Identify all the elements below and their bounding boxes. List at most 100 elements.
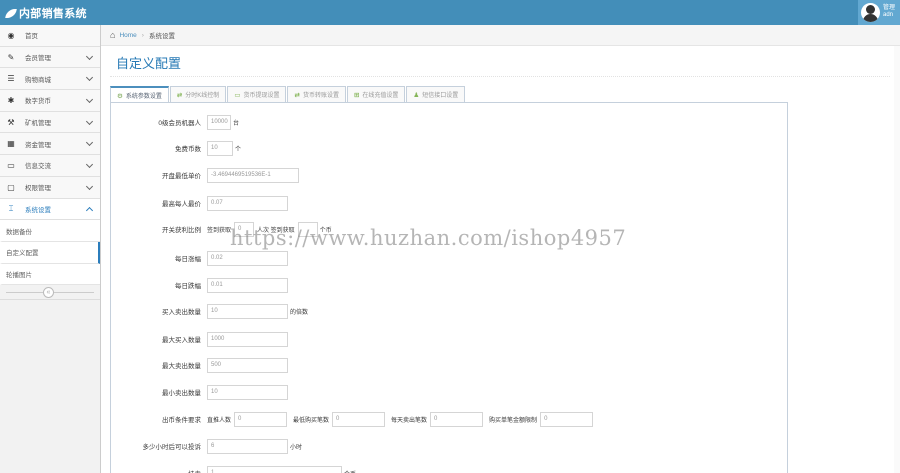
daily-rise-input[interactable]: 0.02 [207, 250, 288, 266]
tab-kline-control[interactable]: ⇄ 分时K线控制 [169, 86, 227, 102]
min-purchases-input[interactable]: 0 [332, 411, 386, 427]
dashboard-icon: ◉ [7, 30, 15, 40]
breadcrumb-current: 系统设置 [148, 33, 175, 40]
tab-label: 货币提现设置 [243, 93, 280, 99]
exchange-icon: ⇄ [294, 91, 300, 99]
daily-fall-input[interactable]: 0.01 [207, 277, 288, 293]
title-divider [110, 76, 890, 77]
breadcrumb-home-link[interactable]: Home [119, 32, 136, 39]
field-label: 最高每人最价 [162, 201, 201, 208]
top-navbar: 内部销售系统 管理 adn [0, 0, 900, 25]
tab-recharge-settings[interactable]: ⊞ 在线充值设置 [346, 86, 406, 102]
field-label: 开关获利比例 [162, 227, 201, 234]
app-brand[interactable]: 内部销售系统 [5, 5, 87, 21]
tab-system-params[interactable]: ⚙ 系统参数设置 [110, 86, 169, 103]
desktop-icon: ▭ [7, 160, 15, 170]
cogs-icon: ⚙ [117, 92, 123, 100]
leaf-icon [5, 8, 17, 18]
collapse-sidebar-icon[interactable]: « [43, 287, 54, 299]
max-buy-input[interactable]: 1000 [207, 331, 288, 347]
robot-count-input[interactable]: 10000 [207, 114, 231, 130]
daily-sells-input[interactable]: 0 [430, 411, 484, 427]
sidebar-item-system-settings[interactable]: ⌶ 系统设置 [0, 198, 100, 221]
avatar-icon [861, 3, 880, 22]
form-row: 最大买入数量 1000 [111, 331, 288, 347]
scrollbar[interactable] [894, 46, 900, 473]
form-row: 多少小时后可以投诉 6 小时 [111, 438, 302, 454]
tab-sms-settings[interactable]: ♟ 短信接口设置 [406, 86, 466, 102]
field-label: 多少小时后可以投诉 [142, 444, 202, 451]
tab-transfer-settings[interactable]: ⇄ 货币转账设置 [287, 86, 346, 102]
app-title: 内部销售系统 [19, 8, 87, 20]
max-price-input[interactable]: 0.07 [207, 195, 288, 211]
field-label: 每日涨幅 [175, 256, 201, 263]
tab-withdraw-settings[interactable]: ▭ 货币提现设置 [227, 86, 287, 102]
chevron-down-icon [85, 117, 94, 125]
sidebar-item-label: 资金管理 [25, 141, 51, 149]
field-inline-label: 每天卖出笔数 [391, 417, 428, 424]
sidebar-item-label: 矿机管理 [25, 120, 51, 128]
free-coins-input[interactable]: 10 [207, 140, 233, 156]
field-inline-label: 签到获取 [207, 227, 232, 234]
calendar-icon: ▦ [7, 139, 15, 149]
sidebar-subitem-label: 自定义配置 [6, 250, 39, 258]
field-label: 出币条件要求 [162, 417, 201, 424]
sidebar-item-label: 首页 [25, 33, 38, 41]
chevron-down-icon [85, 74, 94, 82]
chevron-up-icon [85, 206, 94, 214]
field-suffix: 台 [233, 120, 240, 127]
sidebar-item-funds[interactable]: ▦ 资金管理 [0, 133, 100, 156]
form-row: 最大卖出数量 500 [111, 357, 288, 373]
listing-coins-input[interactable]: 1 [207, 465, 342, 473]
sidebar-item-mall[interactable]: ☰ 购物商城 [0, 68, 100, 91]
field-suffix: 的倍数 [290, 309, 309, 316]
max-sell-input[interactable]: 500 [207, 357, 288, 373]
opening-price-input[interactable]: -3.4694469519536E-1 [207, 167, 299, 183]
direct-referrals-input[interactable]: 0 [234, 411, 288, 427]
sidebar-item-miners[interactable]: ⚒ 矿机管理 [0, 111, 100, 134]
tab-label: 在线充值设置 [362, 93, 399, 99]
field-label: 最小卖出数量 [162, 390, 201, 397]
min-sell-input[interactable]: 10 [207, 384, 288, 400]
complaint-hours-input[interactable]: 6 [207, 438, 288, 454]
field-inline-label: 直推人数 [207, 417, 232, 424]
sidebar-item-home[interactable]: ◉ 首页 [0, 25, 100, 47]
field-label: 开盘最低单价 [162, 173, 201, 180]
sidebar-item-label: 系统设置 [25, 206, 51, 214]
chevron-down-icon [85, 96, 94, 104]
sidebar-subitem-carousel[interactable]: 轮播图片 [0, 263, 100, 286]
field-label: 免费币数 [175, 146, 201, 153]
form-row: 0级会员机器人 10000 台 [111, 114, 239, 130]
field-label: 最大卖出数量 [162, 363, 201, 370]
form-row: 每日跌幅 0.01 [111, 277, 288, 293]
field-inline-label: 购买单笔金额限制 [489, 417, 538, 424]
sidebar-item-permissions[interactable]: ▢ 权限管理 [0, 176, 100, 199]
sidebar-subitem-label: 数据备份 [6, 228, 32, 236]
field-label: 买入卖出数量 [162, 309, 201, 316]
tab-label: 货币转账设置 [302, 93, 339, 99]
user-greeting: 管理 [883, 5, 896, 11]
form-row: 开盘最低单价 -3.4694469519536E-1 [111, 167, 299, 183]
sidebar-subitem-custom-config[interactable]: 自定义配置 [0, 241, 100, 264]
chevron-down-icon [85, 52, 94, 60]
sidebar-item-label: 购物商城 [25, 76, 51, 84]
sidebar: ◉ 首页 ✎ 会员管理 ☰ 购物商城 ✱ 数字货币 ⚒ 矿机管理 ▦ 资金管理 … [0, 25, 101, 473]
form-row: 免费币数 10 个 [111, 140, 241, 156]
single-amount-limit-input[interactable]: 0 [540, 411, 594, 427]
sidebar-item-members[interactable]: ✎ 会员管理 [0, 46, 100, 69]
sidebar-item-currency[interactable]: ✱ 数字货币 [0, 90, 100, 112]
sidebar-subitem-backup[interactable]: 数据备份 [0, 220, 100, 242]
user-menu[interactable]: 管理 adn [858, 0, 900, 25]
sidebar-item-label: 数字货币 [25, 98, 51, 106]
config-tabs: ⚙ 系统参数设置 ⇄ 分时K线控制 ▭ 货币提现设置 ⇄ 货币转账设置 ⊞ 在线… [110, 86, 466, 103]
sidebar-collapse-row: « [0, 285, 100, 301]
field-inline-label: 最低购买笔数 [293, 417, 330, 424]
user-icon: ♟ [413, 91, 420, 99]
form-row: 买入卖出数量 10 的倍数 [111, 303, 308, 319]
field-label: 挂卖 [111, 468, 207, 473]
trade-multiple-input[interactable]: 10 [207, 303, 288, 319]
breadcrumb: ⌂ Home › 系统设置 [101, 25, 900, 46]
sidebar-item-messages[interactable]: ▭ 信息交流 [0, 155, 100, 177]
field-label: 0级会员机器人 [158, 120, 201, 127]
edit-icon: ✎ [7, 52, 15, 62]
